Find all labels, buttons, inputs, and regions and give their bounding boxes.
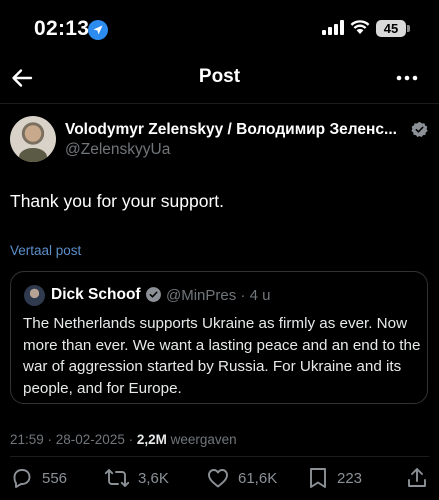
status-time: 02:13 <box>34 17 90 40</box>
signal-icon <box>322 20 344 35</box>
like-count: 61,6K <box>238 469 278 487</box>
reply-button[interactable]: 556 <box>10 466 67 490</box>
bookmark-count: 223 <box>337 469 363 487</box>
more-icon[interactable] <box>396 68 418 88</box>
post-text: Thank you for your support. <box>10 191 224 211</box>
page-title: Post <box>198 66 241 87</box>
translate-link[interactable]: Vertaal post <box>10 243 81 258</box>
like-button[interactable]: 61,6K <box>206 466 277 490</box>
reply-icon <box>13 469 31 488</box>
bookmark-icon <box>310 468 326 488</box>
back-arrow-icon[interactable] <box>10 66 34 90</box>
battery-nub <box>407 25 410 32</box>
share-icon <box>408 468 426 487</box>
header-divider <box>0 103 439 104</box>
quote-text: The Netherlands supports Ukraine as firm… <box>23 315 421 397</box>
quote-avatar <box>24 285 45 306</box>
verified-badge-icon <box>145 286 162 308</box>
reply-count: 556 <box>42 469 68 487</box>
battery-icon: 45 <box>376 20 406 37</box>
repost-count: 3,6K <box>138 469 169 487</box>
author-name[interactable]: Volodymyr Zelenskyy / Володимир Зеленс..… <box>65 121 397 139</box>
quote-author-name: Dick Schoof <box>51 286 141 303</box>
like-icon <box>208 469 228 488</box>
meta-divider <box>10 456 429 457</box>
post-datetime: 21:59 · 28-02-2025 · <box>10 432 137 447</box>
wifi-icon <box>350 19 370 40</box>
bookmark-button[interactable]: 223 <box>307 466 362 490</box>
repost-button[interactable]: 3,6K <box>104 466 169 490</box>
share-button[interactable] <box>406 466 436 490</box>
views-label: weergaven <box>166 432 237 447</box>
verified-badge-icon <box>411 121 428 143</box>
view-count: 2,2M <box>136 432 167 447</box>
author-handle[interactable]: @ZelenskyyUa <box>65 141 170 159</box>
quote-handle-time: @MinPres · 4 u <box>166 287 271 304</box>
author-avatar[interactable] <box>10 116 56 162</box>
repost-icon <box>104 469 130 487</box>
post-meta: 21:59 · 28-02-2025 · 2,2M weergaven <box>10 432 237 447</box>
location-arrow-icon <box>88 20 108 40</box>
